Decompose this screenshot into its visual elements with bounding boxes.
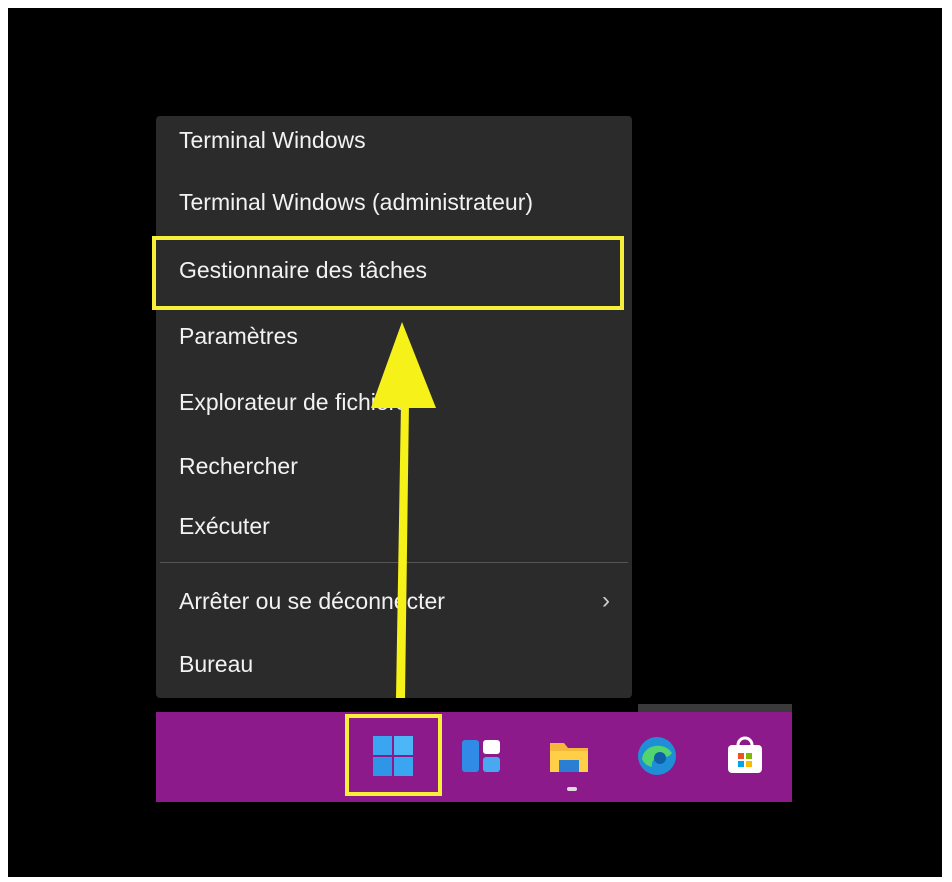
annotation-arrow — [371, 322, 436, 698]
